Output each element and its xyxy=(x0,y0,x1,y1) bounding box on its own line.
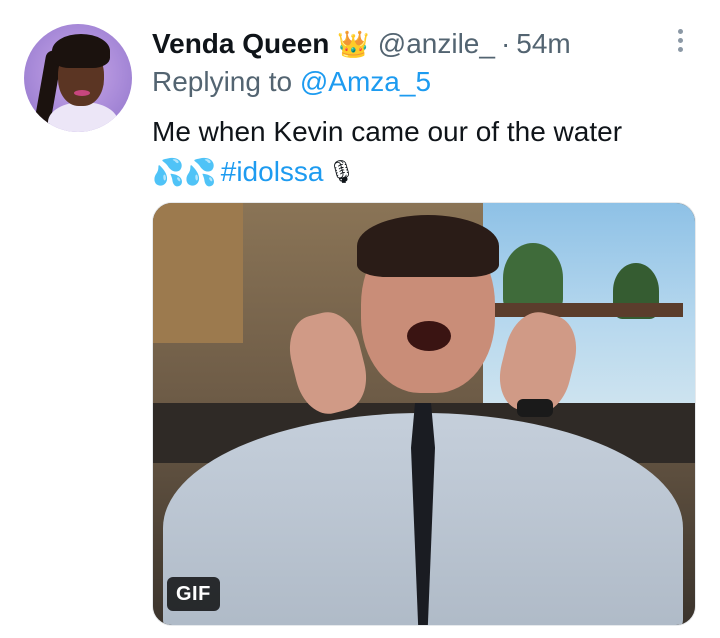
crown-emoji: 👑 xyxy=(337,29,370,59)
microphone-emoji: 🎙 xyxy=(327,159,356,184)
separator-dot: · xyxy=(500,28,511,59)
tweet-text-line: 💦💦 #idolssa 🎙 xyxy=(152,152,692,192)
more-options-button[interactable] xyxy=(664,24,696,56)
gif-shelf xyxy=(493,303,683,317)
author-name[interactable]: Venda Queen xyxy=(152,28,329,60)
gif-person-mouth xyxy=(407,321,451,351)
sweat-droplets-emoji: 💦💦 xyxy=(152,157,217,187)
author-handle[interactable]: @anzile_ xyxy=(378,28,495,60)
avatar-hair xyxy=(52,34,110,68)
tweet-header: Venda Queen 👑 @anzile_ · 54m xyxy=(152,26,571,62)
avatar-lips xyxy=(74,90,90,96)
gif-badge: GIF xyxy=(167,577,220,611)
tweet-timestamp[interactable]: 54m xyxy=(516,28,570,60)
more-vertical-icon-dot xyxy=(677,46,683,52)
avatar[interactable] xyxy=(24,24,132,132)
more-vertical-icon-dot xyxy=(677,37,683,43)
hashtag-link[interactable]: #idolssa xyxy=(221,152,324,192)
replying-prefix: Replying to xyxy=(152,66,293,97)
more-vertical-icon-dot xyxy=(677,28,683,34)
tweet[interactable]: Venda Queen 👑 @anzile_ · 54m Replying to… xyxy=(0,0,720,638)
gif-media[interactable]: GIF xyxy=(152,202,696,626)
reply-mention-link[interactable]: @Amza_5 xyxy=(300,66,431,97)
tweet-text-line: Me when Kevin came our of the water xyxy=(152,116,623,147)
replying-to: Replying to @Amza_5 xyxy=(152,66,431,98)
tweet-text: Me when Kevin came our of the water 💦💦 #… xyxy=(152,112,692,192)
gif-person-hair xyxy=(357,215,499,277)
gif-cabinet xyxy=(153,203,243,343)
avatar-shoulder xyxy=(48,102,118,132)
gif-person-watch xyxy=(517,399,553,417)
